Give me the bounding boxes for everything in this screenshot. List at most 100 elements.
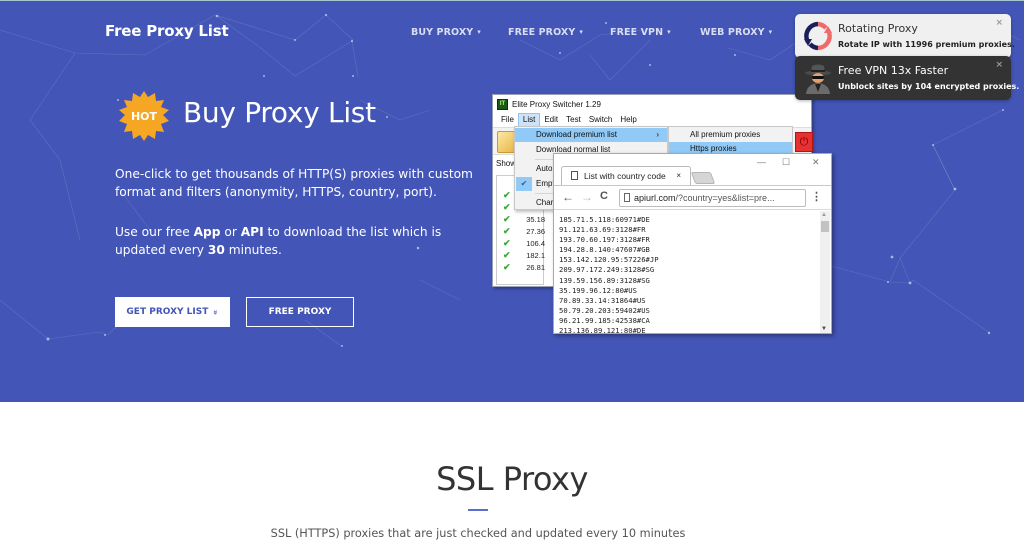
check-icon: ✔ <box>503 226 511 236</box>
brand-logo[interactable]: Free Proxy List <box>105 22 229 40</box>
grid-row[interactable]: ✔ 182.1 <box>497 250 545 262</box>
menu-list[interactable]: List <box>517 113 541 127</box>
app-title-bar: IT Elite Proxy Switcher 1.29 <box>493 95 811 113</box>
double-chevron-down-icon: » <box>211 309 221 315</box>
submenu-item-label: Https proxies <box>690 144 737 153</box>
browser-tab[interactable]: List with country code × <box>561 166 691 186</box>
back-icon[interactable]: ← <box>562 190 574 204</box>
url-domain: apiurl.com <box>634 193 676 203</box>
grid-ip: 35.18 <box>526 215 545 224</box>
caret-down-icon: ▾ <box>768 28 773 36</box>
get-proxy-list-button[interactable]: GET PROXY LIST» <box>115 297 230 327</box>
button-label: FREE PROXY <box>268 307 332 317</box>
app-menubar: File List Edit Test Switch Help <box>493 113 811 127</box>
forward-icon[interactable]: → <box>581 190 593 204</box>
menu-switch[interactable]: Switch <box>585 113 617 127</box>
free-proxy-button[interactable]: FREE PROXY <box>246 297 354 327</box>
proxy-line: 96.21.99.185:42538#CA <box>559 315 650 325</box>
free-vpn-notification[interactable]: Free VPN 13x Faster Unblock sites by 104… <box>795 56 1019 100</box>
title-underline <box>468 509 488 511</box>
menu-item-label: Auto <box>536 164 553 173</box>
caret-down-icon: ▾ <box>667 28 671 36</box>
scroll-up-icon[interactable]: ▲ <box>821 212 827 218</box>
proxy-line: 194.28.8.140:47607#GB <box>559 245 650 255</box>
minimize-icon[interactable]: — <box>757 157 766 167</box>
submenu-item-label: All premium proxies <box>690 130 761 139</box>
menu-edit[interactable]: Edit <box>540 113 562 127</box>
browser-window-screenshot: — ☐ ✕ List with country code × ← → C api… <box>553 153 832 335</box>
check-icon: ✔ <box>503 214 511 224</box>
check-icon: ✔ <box>503 190 511 200</box>
nav-label: FREE VPN <box>610 27 664 38</box>
new-tab-button[interactable] <box>690 172 716 184</box>
nav-web-proxy[interactable]: WEB PROXY ▾ <box>700 27 772 38</box>
menu-test[interactable]: Test <box>562 113 585 127</box>
notification-body: Rotate IP with 11996 premium proxies. <box>838 40 1015 49</box>
caret-down-icon: ▾ <box>477 28 481 36</box>
scrollbar[interactable]: ▲ ▼ <box>820 211 830 333</box>
menu-help[interactable]: Help <box>616 113 640 127</box>
proxy-line: 185.71.5.118:60971#DE <box>559 215 650 224</box>
minutes-value: 30 <box>207 242 225 257</box>
menu-item-label: Char <box>536 198 554 207</box>
grid-ip: 27.36 <box>526 227 545 236</box>
proxy-list-content: 185.71.5.118:60971#DE 91.121.63.69:3128#F… <box>554 211 821 335</box>
maximize-icon[interactable]: ☐ <box>782 157 790 168</box>
notification-body: Unblock sites by 104 encrypted proxies. <box>838 82 1020 91</box>
proxy-line: 35.199.96.12:80#US <box>559 285 637 295</box>
url-input[interactable]: apiurl.com/?country=yes&list=pre... <box>619 189 806 207</box>
folder-icon[interactable] <box>497 131 515 153</box>
tab-close-icon[interactable]: × <box>676 167 681 185</box>
premium-submenu: All premium proxies Https proxies <box>668 126 793 156</box>
close-icon[interactable]: × <box>995 18 1003 28</box>
text: or <box>220 225 241 239</box>
api-link[interactable]: API <box>241 225 264 239</box>
grid-row[interactable]: ✔ 26.81 <box>497 262 545 274</box>
scroll-down-icon[interactable]: ▼ <box>821 326 827 332</box>
notification-title: Free VPN 13x Faster <box>838 64 949 77</box>
grid-row[interactable]: ✔ 106.4 <box>497 238 545 250</box>
button-label: GET PROXY LIST <box>126 307 209 317</box>
scroll-thumb[interactable] <box>821 221 829 232</box>
text: Use our free <box>115 225 194 239</box>
check-icon: ✔ <box>503 250 511 260</box>
proxy-line: 70.89.33.14:31864#US <box>559 295 646 305</box>
tab-title: List with country code <box>584 171 666 181</box>
grid-row[interactable]: ✔ 35.18 <box>497 214 545 226</box>
spy-icon <box>805 64 831 94</box>
check-icon: ✔ <box>503 238 511 248</box>
close-icon[interactable]: × <box>995 60 1003 70</box>
rotate-icon <box>804 21 832 51</box>
hero-description: One-click to get thousands of HTTP(S) pr… <box>115 167 473 199</box>
proxy-line: 50.79.20.203:59402#US <box>559 305 650 315</box>
proxy-line: 193.70.60.197:3128#FR <box>559 235 650 245</box>
rotating-proxy-notification[interactable]: Rotating Proxy Rotate IP with 11996 prem… <box>795 14 1015 58</box>
section-subtitle: SSL (HTTPS) proxies that are just checke… <box>270 527 686 540</box>
submenu-arrow-icon: › <box>656 130 659 139</box>
hero-description-2: Use our free App or API to download the … <box>115 224 475 259</box>
power-icon[interactable]: ⏻ <box>795 132 813 152</box>
page-icon <box>571 171 578 180</box>
nav-label: BUY PROXY <box>411 27 474 38</box>
check-icon: ✔ <box>503 262 511 272</box>
url-path: /?country=yes&list=pre... <box>675 193 775 203</box>
nav-label: FREE PROXY <box>508 27 576 38</box>
app-link[interactable]: App <box>194 225 221 239</box>
nav-free-proxy[interactable]: FREE PROXY ▾ <box>508 27 583 38</box>
caret-down-icon: ▾ <box>579 28 583 36</box>
address-bar-row: ← → C apiurl.com/?country=yes&list=pre..… <box>554 185 831 210</box>
grid-row[interactable]: ✔ 27.36 <box>497 226 545 238</box>
menu-item-download-premium[interactable]: Download premium list › <box>515 128 667 142</box>
close-window-icon[interactable]: ✕ <box>812 157 820 168</box>
menu-file[interactable]: File <box>497 113 518 127</box>
hot-badge: HOT <box>117 89 171 143</box>
submenu-item-all-premium[interactable]: All premium proxies <box>669 128 792 142</box>
reload-icon[interactable]: C <box>600 190 608 202</box>
text: minutes. <box>224 242 282 257</box>
hero-title: Buy Proxy List <box>183 96 376 129</box>
grid-ip: 182.1 <box>526 251 545 260</box>
browser-menu-icon[interactable]: ⋮ <box>811 190 822 203</box>
nav-buy-proxy[interactable]: BUY PROXY ▾ <box>411 27 481 38</box>
hot-label: HOT <box>130 109 158 123</box>
nav-free-vpn[interactable]: FREE VPN ▾ <box>610 27 671 38</box>
